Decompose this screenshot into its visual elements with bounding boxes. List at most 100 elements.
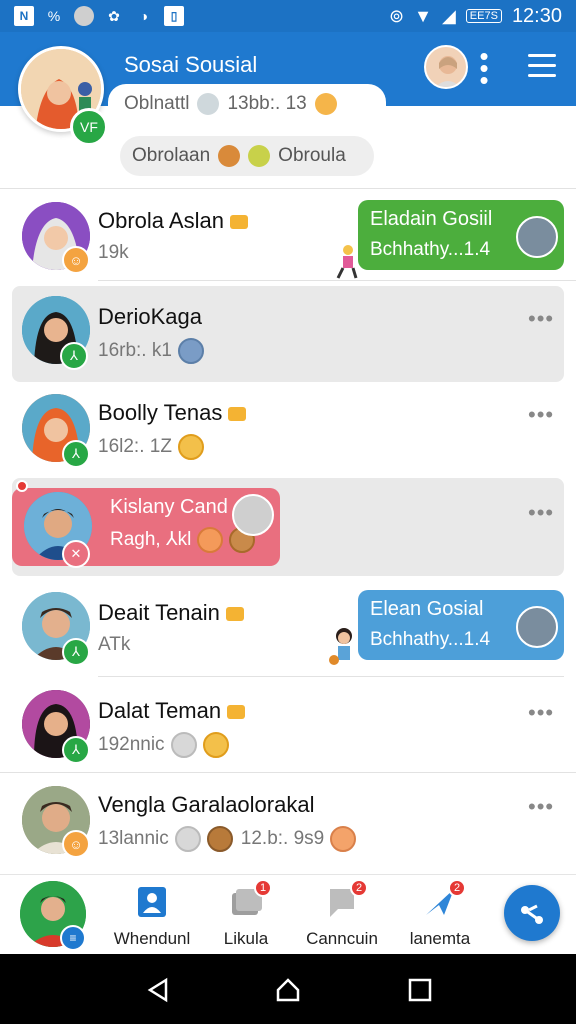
contact-meta: 13lannic 12.b:. 9s9 — [98, 826, 357, 852]
more-icon[interactable]: ••• — [528, 500, 554, 526]
contact-name: Boolly Tenas — [98, 400, 247, 426]
divider — [98, 280, 576, 281]
app-title: Sosai Sousial — [124, 52, 258, 77]
figure-sticker-icon — [177, 338, 204, 364]
send-icon: 2 — [422, 879, 466, 919]
doc-icon: ▯ — [164, 6, 184, 26]
chat-row[interactable]: ⅄ Dalat Teman 192nnic ••• — [0, 678, 576, 774]
divider — [0, 772, 576, 773]
contact-card-icon — [134, 885, 170, 919]
notification-badge: 1 — [254, 879, 272, 897]
close-icon[interactable]: ✕ — [62, 540, 90, 568]
more-icon[interactable]: ••• — [528, 700, 554, 726]
status-badge-icon: ⅄ — [62, 638, 90, 666]
alarm-icon: ⊚ — [389, 5, 405, 26]
sticker-badge-icon: ☺ — [62, 246, 90, 274]
link-icon — [197, 93, 220, 115]
nav-label: Canncuin — [306, 929, 378, 948]
more-options-icon[interactable]: • • • — [474, 43, 494, 93]
crown-icon — [229, 215, 248, 230]
avatar-notification-icon — [74, 6, 94, 26]
girl-sticker-icon — [328, 626, 358, 668]
status-chip[interactable]: Obrolaan Obroula — [120, 136, 374, 176]
nav-label: lanemta — [409, 929, 471, 948]
crown-icon — [227, 705, 246, 720]
clock: 12:30 — [511, 4, 562, 27]
bear-icon — [206, 826, 233, 852]
status-text: Oblnattl — [124, 93, 190, 114]
more-icon[interactable]: ••• — [528, 306, 554, 332]
more-icon[interactable]: ••• — [528, 794, 554, 820]
notification-icon: N — [14, 6, 34, 26]
smile-icon — [248, 145, 271, 167]
unread-dot — [16, 480, 28, 492]
chat-bubble-icon: 2 — [324, 879, 368, 919]
contact-meta: ATk — [98, 634, 131, 655]
divider — [0, 188, 576, 189]
chip-label-right: Obroula — [278, 145, 346, 166]
sticker-face-icon — [516, 606, 558, 648]
nav-label: Whendunl — [113, 929, 191, 948]
divider — [98, 676, 564, 677]
contact-name: Vengla Garalaolorakal — [98, 792, 315, 817]
back-icon[interactable] — [144, 976, 172, 1004]
status-bar: N % ✿ ◑ ▯ ⊚ ▼ ◢ EE7S 12:30 — [0, 0, 576, 32]
message-preview-bubble[interactable]: Eladain Gosiil Bchhathy...1.4 — [358, 200, 564, 270]
status-badge-icon: ⅄ — [62, 440, 90, 468]
system-navigation-bar — [0, 954, 576, 1024]
ghost-icon — [170, 732, 197, 758]
status-card[interactable]: Oblnattl 13bb:. 13 — [108, 84, 386, 124]
nav-item-canncuin[interactable]: 2 Canncuin — [292, 879, 392, 949]
notification-badge: 2 — [448, 879, 466, 897]
thinking-emoji-icon — [202, 732, 229, 758]
smiley-icon — [177, 434, 204, 460]
chip-label-left: Obrolaan — [132, 145, 211, 166]
contact-name: Deait Tenain — [98, 600, 244, 626]
recents-icon[interactable] — [406, 976, 434, 1004]
chat-badge-icon: ≡ — [60, 925, 86, 951]
gallery-icon: 1 — [228, 879, 272, 919]
ghost-icon — [174, 826, 201, 852]
more-icon[interactable]: ••• — [528, 402, 554, 428]
signal-icon: ◢ — [441, 5, 456, 26]
profile-badge: VF — [70, 108, 108, 146]
chat-row[interactable]: ☺ Vengla Garalaolorakal 13lannic 12.b:. 9… — [0, 776, 576, 872]
crown-icon — [225, 607, 244, 622]
contact-meta: 192nnic — [98, 732, 229, 758]
status-badge-icon: ⅄ — [62, 736, 90, 764]
emoji-sticker-icon — [314, 93, 337, 115]
sticker-icon — [330, 826, 357, 852]
contact-meta-2: 12.b:. 9s9 — [240, 828, 325, 850]
chat-row[interactable]: ⅄ Boolly Tenas 16l2:. 1Z ••• — [0, 384, 576, 480]
percent-icon: % — [47, 8, 61, 24]
message-preview-bubble[interactable]: Elean Gosial Bchhathy...1.4 — [358, 590, 564, 660]
profile-sticker-icon — [232, 494, 274, 536]
contact-meta: 16rb:. k1 — [98, 338, 204, 364]
battery-icon: EE7S — [465, 9, 502, 23]
contact-name: Obrola Aslan — [98, 208, 248, 234]
header-avatar[interactable] — [424, 45, 468, 89]
notification-badge: 2 — [350, 879, 368, 897]
contact-meta: 16l2:. 1Z — [98, 434, 204, 460]
compose-button[interactable] — [504, 885, 560, 941]
nav-item-likula[interactable]: 1 Likula — [196, 879, 296, 949]
nav-item-whendunl[interactable]: Whendunl — [102, 885, 202, 949]
wifi-icon: ▼ — [414, 5, 432, 26]
contact-name: Dalat Teman — [98, 698, 246, 724]
sticker-face-icon — [516, 216, 558, 258]
message-icon: ◑ — [139, 8, 149, 24]
crown-icon — [228, 407, 247, 422]
nav-item-lanemta[interactable]: 2 lanemta — [390, 879, 490, 949]
sticker-badge-icon: ☺ — [62, 830, 90, 858]
nav-label: Likula — [223, 929, 269, 948]
bottom-navigation: ≡ Whendunl 1 Likula 2 Canncuin 2 lanemta — [0, 874, 576, 954]
contact-meta: 19k — [98, 242, 129, 263]
chat-row[interactable]: ⅄ DerioKaga 16rb:. k1 ••• — [12, 286, 564, 382]
contact-name: DerioKaga — [98, 304, 202, 329]
status-badge-icon: ⅄ — [60, 342, 88, 370]
hamburger-menu-icon[interactable] — [528, 54, 556, 80]
running-figure-icon — [334, 244, 358, 280]
share-icon — [521, 904, 543, 924]
home-icon[interactable] — [274, 976, 302, 1004]
status-meta: 13bb:. 13 — [227, 93, 307, 114]
